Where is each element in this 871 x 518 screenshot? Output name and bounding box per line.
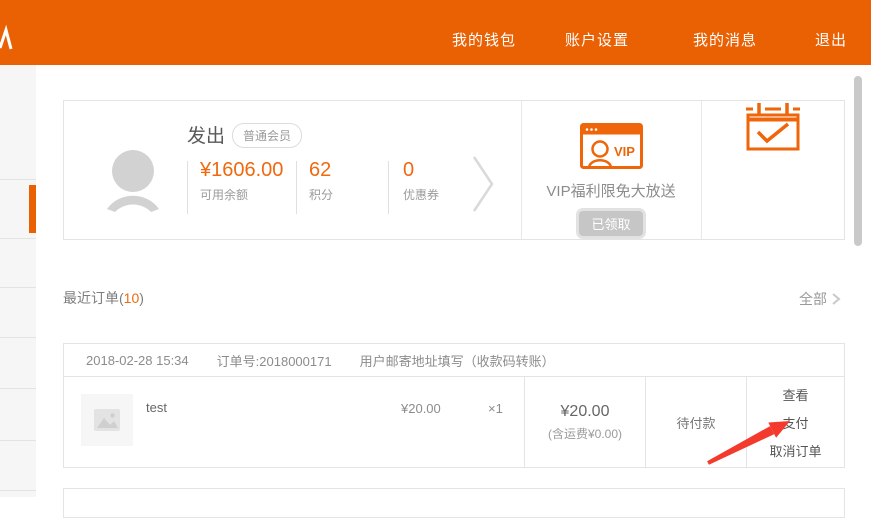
order-count: 10 bbox=[124, 290, 140, 306]
points-label: 积分 bbox=[309, 186, 333, 203]
sidebar-divider bbox=[0, 440, 36, 441]
item-name[interactable]: test bbox=[146, 400, 167, 415]
product-thumbnail[interactable] bbox=[81, 394, 133, 446]
sidebar-divider bbox=[0, 179, 36, 180]
top-navbar: 我的钱包 账户设置 我的消息 退出 bbox=[0, 0, 871, 65]
username: 发出 bbox=[187, 121, 225, 148]
vip-icon-text: VIP bbox=[614, 144, 635, 159]
vip-promo-title: VIP福利限免大放送 bbox=[521, 180, 701, 201]
order-body-row: test ¥20.00 ×1 ¥20.00 (含运费¥0.00) 待付款 查看 … bbox=[64, 377, 844, 467]
chevron-right-icon bbox=[831, 292, 841, 306]
user-summary-card: 发出 普通会员 ¥1606.00 可用余额 62 积分 0 优惠券 VIP bbox=[63, 100, 845, 240]
collapsed-sidebar[interactable] bbox=[0, 65, 36, 497]
stat-coupons[interactable]: 0 优惠券 bbox=[403, 158, 439, 203]
stat-points[interactable]: 62 积分 bbox=[309, 158, 333, 203]
shipping-note: (含运费¥0.00) bbox=[548, 425, 622, 442]
recent-orders-title: 最近订单(10) bbox=[63, 288, 144, 308]
balance-value: ¥1606.00 bbox=[200, 158, 299, 183]
member-level-badge: 普通会员 bbox=[232, 123, 302, 148]
order-note: 用户邮寄地址填写（收款码转账） bbox=[360, 351, 555, 370]
item-quantity: ×1 bbox=[488, 401, 503, 416]
coupons-value: 0 bbox=[403, 158, 439, 183]
coupons-label: 优惠券 bbox=[403, 186, 439, 203]
claimed-button[interactable]: 已领取 bbox=[579, 211, 642, 236]
next-order-card-partial bbox=[63, 488, 845, 518]
order-header-row: 2018-02-28 15:34 订单号:2018000171 用户邮寄地址填写… bbox=[64, 344, 844, 377]
nav-my-messages[interactable]: 我的消息 bbox=[693, 29, 757, 50]
stat-divider bbox=[187, 161, 188, 214]
order-total-cell: ¥20.00 (含运费¥0.00) bbox=[525, 377, 645, 467]
title-prefix: 最近订单( bbox=[63, 290, 124, 306]
nav-account-settings[interactable]: 账户设置 bbox=[565, 29, 629, 50]
vip-browser-icon: VIP bbox=[521, 123, 701, 174]
stat-divider bbox=[388, 161, 389, 214]
item-unit-price: ¥20.00 bbox=[401, 401, 441, 416]
order-datetime: 2018-02-28 15:34 bbox=[86, 353, 189, 368]
sidebar-divider bbox=[0, 490, 36, 491]
order-status: 待付款 bbox=[646, 377, 746, 467]
sidebar-divider bbox=[0, 238, 36, 239]
points-value: 62 bbox=[309, 158, 333, 183]
calendar-check-icon bbox=[745, 140, 801, 157]
stat-divider bbox=[296, 161, 297, 214]
nav-logout[interactable]: 退出 bbox=[815, 29, 847, 50]
sidebar-divider bbox=[0, 388, 36, 389]
pay-order-link[interactable]: 支付 bbox=[782, 413, 808, 432]
image-placeholder-icon bbox=[94, 409, 120, 431]
view-all-orders-link[interactable]: 全部 bbox=[799, 289, 841, 309]
stat-balance[interactable]: ¥1606.00 可用余额 bbox=[200, 158, 299, 203]
balance-label: 可用余额 bbox=[200, 186, 299, 203]
view-order-link[interactable]: 查看 bbox=[782, 385, 808, 404]
order-number: 订单号:2018000171 bbox=[217, 351, 332, 370]
signin-calendar-block[interactable] bbox=[701, 101, 844, 239]
cancel-order-link[interactable]: 取消订单 bbox=[769, 441, 821, 460]
sidebar-divider bbox=[0, 287, 36, 288]
order-card: 2018-02-28 15:34 订单号:2018000171 用户邮寄地址填写… bbox=[63, 343, 845, 468]
nav-my-wallet[interactable]: 我的钱包 bbox=[452, 29, 516, 50]
title-suffix: ) bbox=[139, 290, 144, 306]
order-total: ¥20.00 bbox=[561, 403, 610, 421]
order-actions-cell: 查看 支付 取消订单 bbox=[747, 377, 844, 467]
vertical-scrollbar[interactable] bbox=[854, 76, 862, 246]
chevron-right-icon[interactable] bbox=[472, 154, 496, 219]
site-logo-icon bbox=[0, 22, 14, 57]
sidebar-divider bbox=[0, 337, 36, 338]
avatar[interactable] bbox=[104, 145, 162, 220]
sidebar-active-indicator bbox=[29, 185, 36, 233]
vip-promo-block[interactable]: VIP VIP福利限免大放送 已领取 bbox=[521, 101, 701, 239]
view-all-label: 全部 bbox=[799, 289, 827, 309]
